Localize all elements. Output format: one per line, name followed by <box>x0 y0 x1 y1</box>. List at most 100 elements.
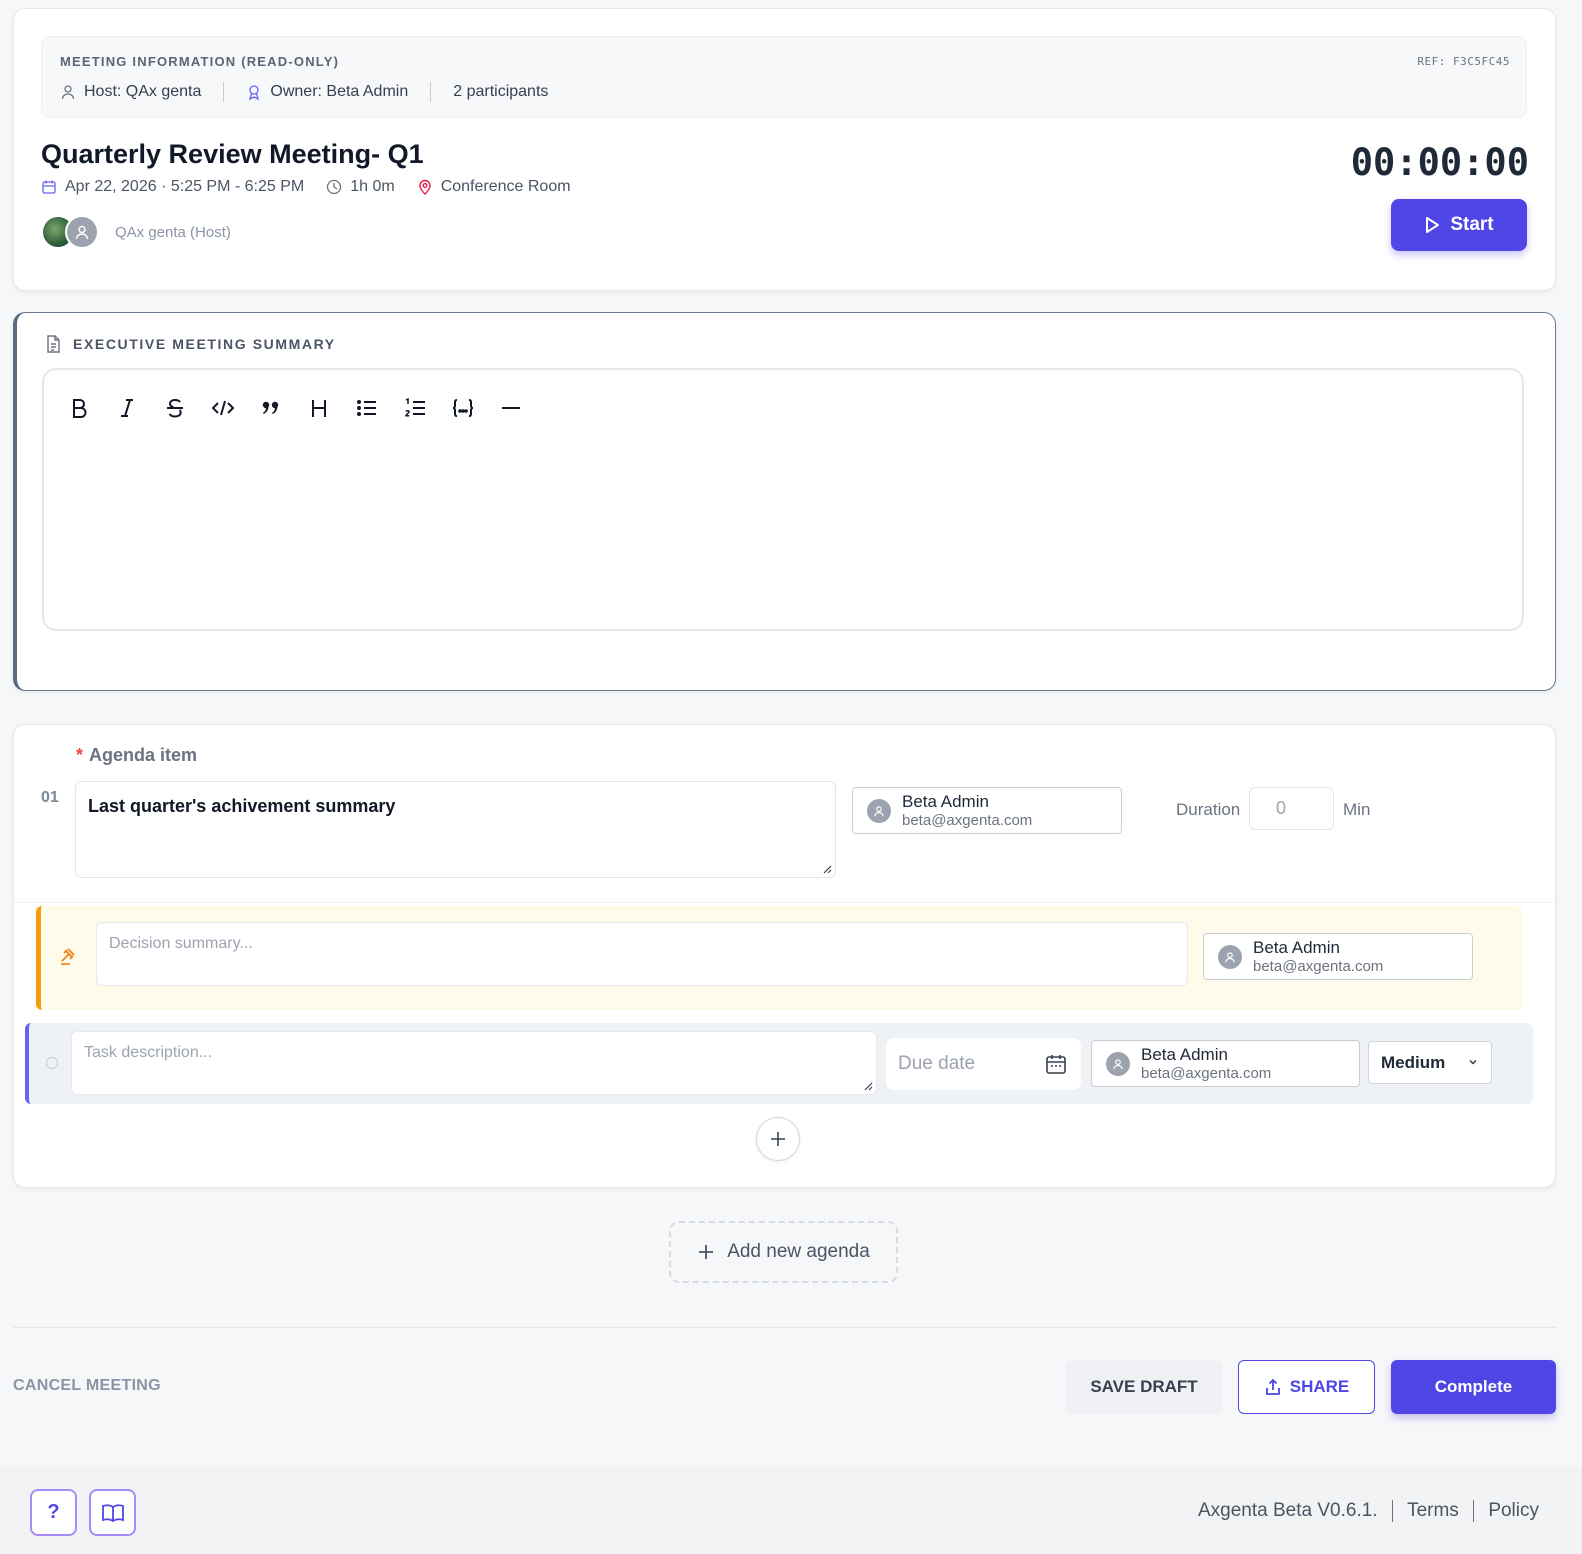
task-owner-select[interactable]: Beta Admin beta@axgenta.com <box>1091 1040 1360 1087</box>
help-icon: ? <box>47 1501 60 1523</box>
bullet-list-icon <box>357 400 376 416</box>
priority-value: Medium <box>1381 1052 1446 1072</box>
strikethrough-button[interactable] <box>158 392 192 424</box>
calendar-icon[interactable] <box>1045 1053 1067 1075</box>
decision-row: Decision summary... Beta Admin beta@axge… <box>36 906 1523 1010</box>
owner-email: beta@axgenta.com <box>902 811 1033 829</box>
task-row: Task description... Due date Beta Admin … <box>25 1023 1533 1104</box>
priority-select[interactable]: Medium <box>1368 1041 1492 1084</box>
agenda-item-label: * Agenda item <box>76 745 197 766</box>
location-pin-icon <box>419 179 431 195</box>
user-icon <box>75 225 89 240</box>
horizontal-rule-button[interactable] <box>494 392 528 424</box>
task-checkbox[interactable] <box>46 1057 58 1069</box>
help-button[interactable]: ? <box>30 1489 77 1536</box>
clock-icon <box>327 179 342 195</box>
start-label: Start <box>1450 214 1494 235</box>
divider <box>13 1327 1556 1328</box>
datetime-text: Apr 22, 2026 · 5:25 PM - 6:25 PM <box>65 178 305 195</box>
meeting-info-title: MEETING INFORMATION (READ-ONLY) <box>60 54 340 69</box>
docs-button[interactable] <box>89 1489 136 1536</box>
version-label: Axgenta Beta V0.6.1. <box>1198 1500 1378 1521</box>
complete-button[interactable]: Complete <box>1391 1360 1556 1414</box>
quote-button[interactable] <box>254 392 288 424</box>
task-description-input[interactable]: Task description... <box>71 1031 877 1095</box>
owner-name: Beta Admin <box>1253 937 1340 957</box>
divider <box>223 82 225 102</box>
code-block-button[interactable] <box>446 392 480 424</box>
footer: ? Axgenta Beta V0.6.1. Terms Policy <box>0 1466 1582 1554</box>
bold-icon <box>73 399 87 418</box>
summary-editor[interactable] <box>42 368 1524 631</box>
user-icon <box>61 85 75 100</box>
heading-button[interactable] <box>302 392 336 424</box>
duration-input[interactable]: 0 <box>1249 787 1334 830</box>
resize-handle-icon[interactable] <box>863 1081 873 1091</box>
meeting-ref: REF: F3C5FC45 <box>1417 55 1510 68</box>
decision-summary-input[interactable]: Decision summary... <box>96 922 1188 986</box>
policy-link[interactable]: Policy <box>1488 1500 1539 1522</box>
host-text: Host: QAx genta <box>84 83 202 100</box>
add-agenda-button[interactable]: Add new agenda <box>669 1221 898 1283</box>
share-button[interactable]: SHARE <box>1238 1360 1375 1414</box>
terms-link[interactable]: Terms <box>1407 1500 1459 1522</box>
owner-info: Owner: Beta Admin <box>246 83 408 101</box>
award-icon <box>249 85 260 100</box>
code-block-icon <box>452 399 474 417</box>
avatar <box>1106 1051 1130 1076</box>
bold-button[interactable] <box>62 392 96 424</box>
plus-icon <box>771 1132 785 1146</box>
horizontal-rule-icon <box>502 407 520 409</box>
italic-button[interactable] <box>110 392 144 424</box>
owner-email: beta@axgenta.com <box>1253 957 1384 975</box>
share-icon <box>1265 1378 1280 1395</box>
owner-details: Beta Admin beta@axgenta.com <box>1141 1045 1271 1083</box>
cancel-meeting-button[interactable]: CANCEL MEETING <box>13 1377 161 1395</box>
share-label: SHARE <box>1289 1377 1350 1396</box>
owner-text: Owner: Beta Admin <box>270 83 409 100</box>
complete-label: Complete <box>1434 1377 1513 1396</box>
play-icon <box>1426 217 1440 233</box>
calendar-icon <box>42 180 56 194</box>
agenda-item-input[interactable]: Last quarter's achivement summary <box>75 781 836 878</box>
meeting-info-box: MEETING INFORMATION (READ-ONLY) REF: F3C… <box>41 36 1527 118</box>
resize-handle-icon[interactable] <box>822 864 832 874</box>
meeting-duration: 1h 0m <box>326 178 395 196</box>
heading-icon <box>312 400 326 417</box>
host-label: QAx genta (Host) <box>115 223 231 241</box>
editor-toolbar <box>62 392 528 424</box>
owner-details: Beta Admin beta@axgenta.com <box>1253 938 1383 976</box>
start-button[interactable]: Start <box>1391 199 1527 251</box>
executive-summary-card: EXECUTIVE MEETING SUMMARY <box>13 312 1556 691</box>
meeting-info-meta: Host: QAx genta Owner: Beta Admin 2 part… <box>60 82 548 102</box>
agenda-number: 01 <box>41 789 59 806</box>
user-icon <box>1113 1058 1123 1069</box>
user-icon <box>1225 951 1235 962</box>
summary-heading-text: EXECUTIVE MEETING SUMMARY <box>73 336 336 352</box>
meeting-title: Quarterly Review Meeting- Q1 <box>41 139 424 169</box>
task-placeholder: Task description... <box>84 1044 213 1061</box>
document-icon <box>47 335 60 353</box>
code-button[interactable] <box>206 392 240 424</box>
meeting-timer: 00:00:00 <box>1350 141 1529 184</box>
duration-unit: Min <box>1343 800 1371 819</box>
book-icon <box>101 1503 124 1522</box>
code-icon <box>211 400 235 416</box>
italic-icon <box>121 399 133 417</box>
owner-details: Beta Admin beta@axgenta.com <box>902 792 1032 830</box>
save-draft-button[interactable]: SAVE DRAFT <box>1066 1360 1222 1414</box>
decision-owner-select[interactable]: Beta Admin beta@axgenta.com <box>1203 933 1473 980</box>
owner-email: beta@axgenta.com <box>1141 1064 1272 1082</box>
chevron-down-icon <box>1469 1059 1477 1065</box>
add-agenda-label: Add new agenda <box>727 1241 870 1262</box>
agenda-owner-select[interactable]: Beta Admin beta@axgenta.com <box>852 787 1122 834</box>
add-task-button[interactable] <box>756 1117 800 1161</box>
owner-name: Beta Admin <box>902 791 989 811</box>
plus-icon <box>699 1245 714 1259</box>
bullet-list-button[interactable] <box>350 392 384 424</box>
due-date-input[interactable]: Due date <box>886 1038 1081 1090</box>
ordered-list-button[interactable] <box>398 392 432 424</box>
summary-heading: EXECUTIVE MEETING SUMMARY <box>45 335 336 353</box>
meeting-datetime: Apr 22, 2026 · 5:25 PM - 6:25 PM <box>41 178 304 196</box>
meeting-header-card: MEETING INFORMATION (READ-ONLY) REF: F3C… <box>13 8 1556 291</box>
